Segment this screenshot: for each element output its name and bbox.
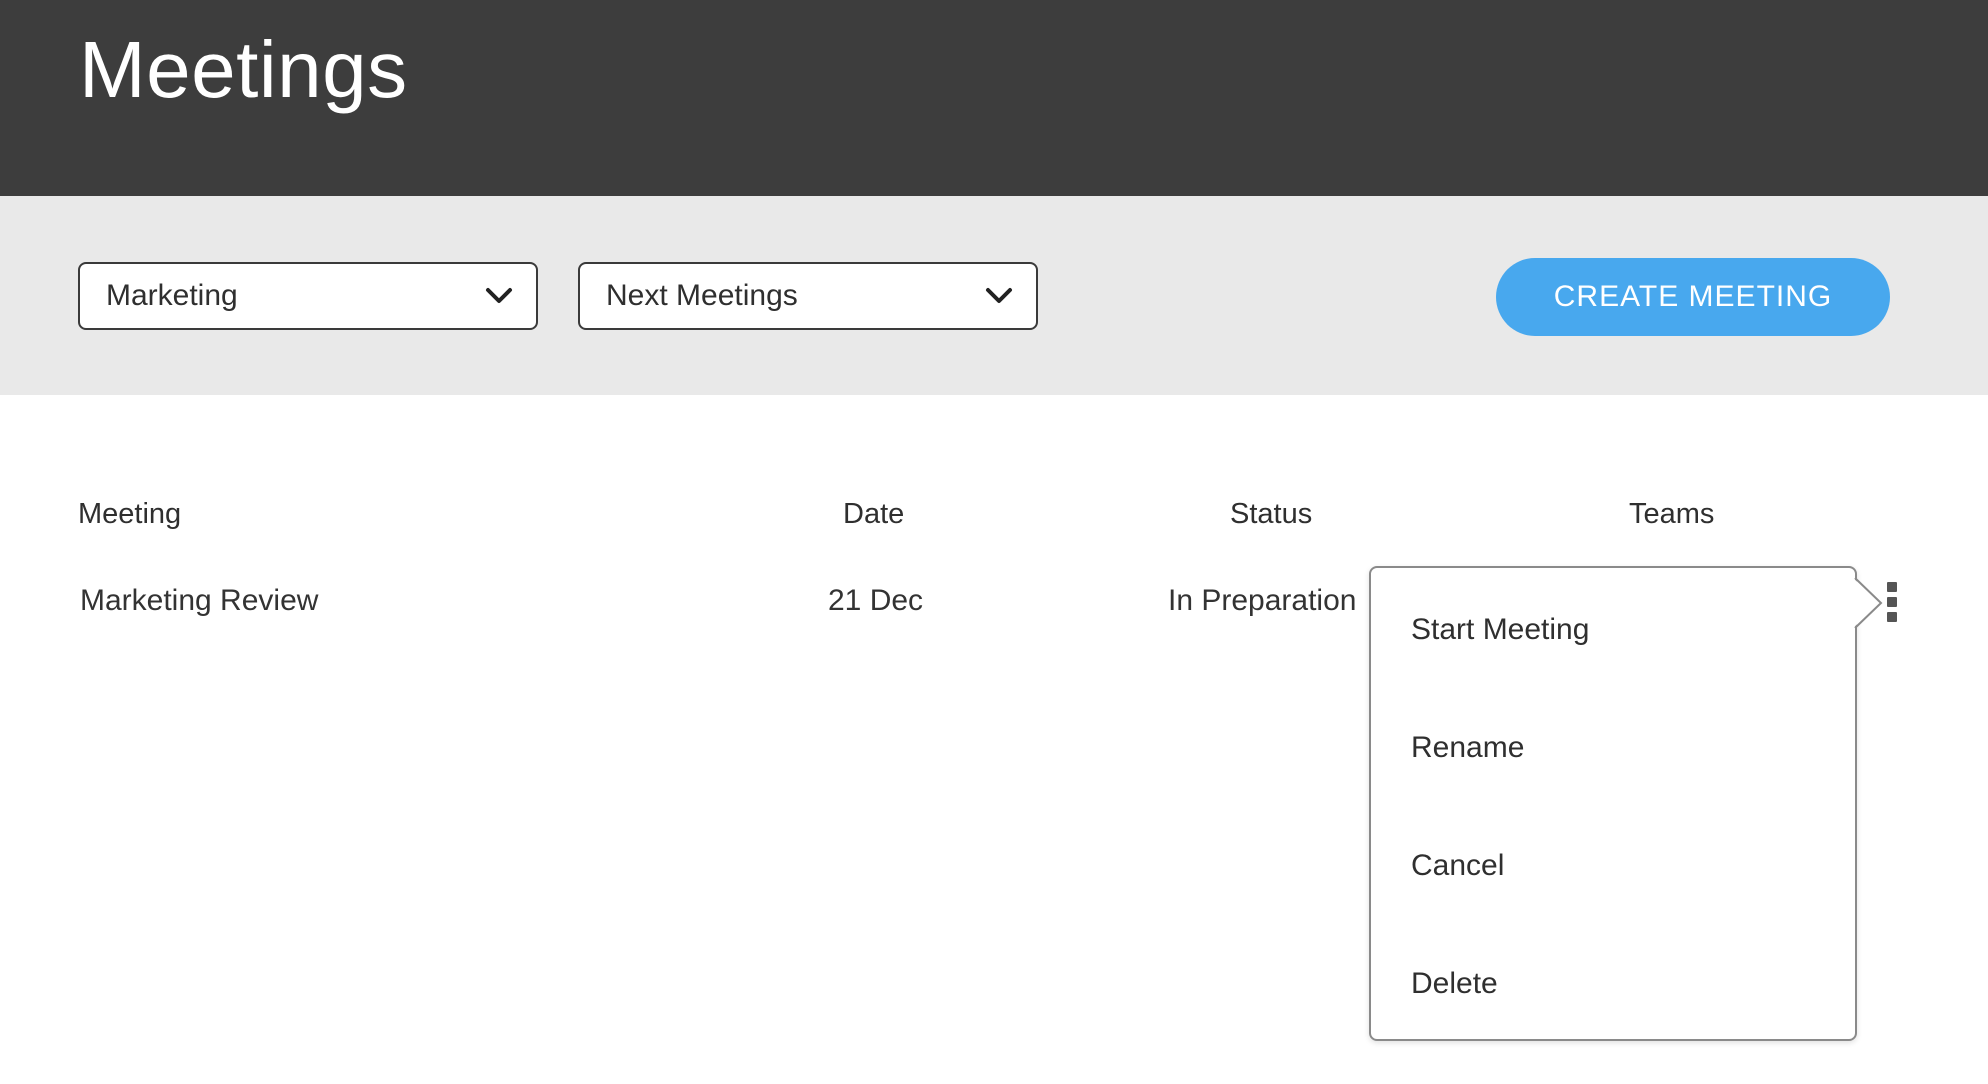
team-select-value: Marketing: [106, 279, 238, 312]
menu-item-cancel[interactable]: Cancel: [1411, 826, 1831, 906]
meeting-name-cell[interactable]: Marketing Review: [80, 581, 318, 621]
create-meeting-button[interactable]: CREATE MEETING: [1496, 258, 1890, 336]
period-select-value: Next Meetings: [606, 279, 798, 312]
row-menu-button[interactable]: [1880, 580, 1904, 624]
menu-item-rename[interactable]: Rename: [1411, 708, 1831, 788]
row-context-menu: Start Meeting Rename Cancel Delete: [1369, 566, 1857, 1041]
column-header-teams[interactable]: Teams: [1629, 494, 1714, 534]
chevron-down-icon: [486, 288, 512, 303]
page-header: Meetings: [0, 0, 1988, 196]
meeting-date-cell: 21 Dec: [828, 584, 924, 617]
vertical-dots-icon: [1887, 597, 1897, 607]
vertical-dots-icon: [1887, 612, 1897, 622]
chevron-down-icon: [986, 288, 1012, 303]
vertical-dots-icon: [1887, 582, 1897, 592]
page-title: Meetings: [79, 25, 408, 114]
meeting-status-cell: In Preparation: [1168, 584, 1357, 617]
period-select[interactable]: Next Meetings: [578, 262, 1038, 330]
menu-item-delete[interactable]: Delete: [1411, 944, 1831, 1024]
popup-pointer: [1853, 577, 1883, 629]
team-select[interactable]: Marketing: [78, 262, 538, 330]
column-header-meeting[interactable]: Meeting: [78, 494, 181, 534]
menu-item-start-meeting[interactable]: Start Meeting: [1411, 590, 1831, 670]
column-header-status[interactable]: Status: [1230, 494, 1312, 534]
column-header-date[interactable]: Date: [843, 494, 904, 534]
